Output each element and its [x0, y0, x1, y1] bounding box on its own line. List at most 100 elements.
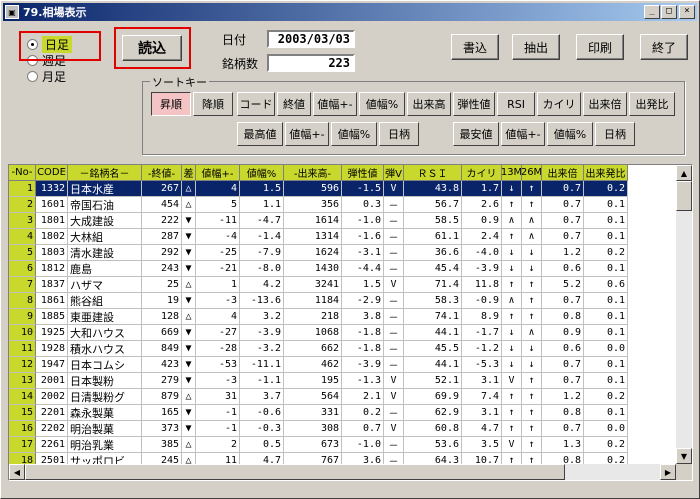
table-row[interactable]: 2 1601 帝国石油 454 △ 5 1.1 356 0.3 － 56.7 2.6 ↑ ↑ 0.7 0.1	[9, 197, 628, 213]
sort-high-days-button[interactable]: 日柄	[379, 122, 419, 146]
radio-weekly-dot[interactable]	[27, 54, 38, 66]
sort-elastic-button[interactable]: 弾性値	[453, 92, 495, 116]
horizontal-scrollbar[interactable]: ◀ ▶	[9, 464, 676, 480]
sort-high-button[interactable]: 最高値	[237, 122, 283, 146]
table-cell: 2201	[36, 405, 68, 421]
sort-low-range-pct-button[interactable]: 値幅%	[547, 122, 593, 146]
scroll-up-arrow[interactable]: ▲	[676, 165, 692, 181]
sort-low-days-button[interactable]: 日柄	[595, 122, 635, 146]
table-row[interactable]: 9 1885 東亜建設 128 △ 4 3.2 218 3.8 － 74.1 8.9 ↑ ↑ 0.8 0.1	[9, 309, 628, 325]
close-button[interactable]: ×	[679, 5, 695, 19]
table-cell: 2.4	[462, 229, 502, 245]
table-cell: -3	[196, 373, 240, 389]
horizontal-scroll-thumb[interactable]	[25, 464, 565, 480]
sort-rsi-button[interactable]: RSI	[497, 92, 535, 116]
column-header[interactable]: －銘柄名－	[68, 165, 142, 181]
sort-high-range-button[interactable]: 値幅+-	[285, 122, 329, 146]
column-header[interactable]: 値幅+-	[196, 165, 240, 181]
column-header[interactable]: 13M	[502, 165, 522, 181]
table-row[interactable]: 7 1837 ハザマ 25 △ 1 4.2 3241 1.5 V 71.4 11.8 ↑ ↑ 5.2 0.6	[9, 277, 628, 293]
table-row[interactable]: 11 1928 積水ハウス 849 ▼ -28 -3.2 662 -1.8 － 45.5 -1.2 ↓ ↓…	[9, 341, 628, 357]
column-header[interactable]: 値幅%	[240, 165, 284, 181]
table-cell: 0.0	[584, 341, 628, 357]
column-header[interactable]: CODE	[36, 165, 68, 181]
sort-code-button[interactable]: コード	[237, 92, 275, 116]
column-header[interactable]: 弾性値	[342, 165, 384, 181]
table-cell: －	[384, 309, 404, 325]
radio-weekly[interactable]: 週足	[27, 53, 66, 68]
radio-daily-dot[interactable]	[27, 38, 38, 50]
table-row[interactable]: 4 1802 大林組 287 ▼ -4 -1.4 1314 -1.6 － 61.1 2.4 ↑ ∧ 0.7 0…	[9, 229, 628, 245]
table-cell: 2	[9, 197, 36, 213]
scroll-right-arrow[interactable]: ▶	[660, 464, 676, 480]
sort-volume-button[interactable]: 出来高	[407, 92, 451, 116]
table-cell: 日本製粉	[68, 373, 142, 389]
table-cell: ↑	[502, 197, 522, 213]
sort-vol-ratio-button[interactable]: 出来倍	[583, 92, 627, 116]
sort-range-button[interactable]: 値幅+-	[313, 92, 357, 116]
maximize-button[interactable]: □	[661, 5, 677, 19]
table-cell: 0.1	[584, 213, 628, 229]
table-row[interactable]: 13 2001 日本製粉 279 ▼ -3 -1.1 195 -1.3 V 52.1 3.1 V ↑ 0.7…	[9, 373, 628, 389]
table-cell: 1.5	[342, 277, 384, 293]
table-cell: 0.1	[584, 293, 628, 309]
sort-deviation-button[interactable]: カイリ	[537, 92, 581, 116]
scroll-down-arrow[interactable]: ▼	[676, 448, 692, 464]
table-cell: -3.9	[342, 357, 384, 373]
sort-start-ratio-button[interactable]: 出発比	[629, 92, 675, 116]
extract-button[interactable]: 抽出	[512, 34, 560, 60]
column-header[interactable]: 出来倍	[542, 165, 584, 181]
table-cell: 56.7	[404, 197, 462, 213]
table-row[interactable]: 6 1812 鹿島 243 ▼ -21 -8.0 1430 -4.4 － 45.4 -3.9 ↓ ↓ 0.6…	[9, 261, 628, 277]
sort-close-button[interactable]: 終値	[277, 92, 311, 116]
table-row[interactable]: 10 1925 大和ハウス 669 ▼ -27 -3.9 1068 -1.8 － 44.1 -1.7 ↓…	[9, 325, 628, 341]
table-row[interactable]: 3 1801 大成建設 222 ▼ -11 -4.7 1614 -1.0 － 58.5 0.9 ∧ ∧ 0.…	[9, 213, 628, 229]
table-cell: 1861	[36, 293, 68, 309]
table-row[interactable]: 5 1803 清水建設 292 ▼ -25 -7.9 1624 -3.1 － 36.6 -4.0 ↓ ↓ 1…	[9, 245, 628, 261]
sort-high-range-pct-button[interactable]: 値幅%	[331, 122, 377, 146]
table-row[interactable]: 17 2261 明治乳業 385 △ 2 0.5 673 -1.0 － 53.6 3.5 V ↑ 1.3 0.…	[9, 437, 628, 453]
title-bar[interactable]: ▣ 79.相場表示 _ □ ×	[3, 3, 697, 21]
table-cell: 0.1	[584, 325, 628, 341]
save-button[interactable]: 書込	[451, 34, 499, 60]
table-row[interactable]: 8 1861 熊谷組 19 ▼ -3 -13.6 1184 -2.9 － 58.3 -0.9 ∧ ↑ 0.7…	[9, 293, 628, 309]
scroll-left-arrow[interactable]: ◀	[9, 464, 25, 480]
table-row[interactable]: 15 2201 森永製菓 165 ▼ -1 -0.6 331 0.2 － 62.9 3.1 ↑ ↑ 0.8 0…	[9, 405, 628, 421]
radio-monthly[interactable]: 月足	[27, 69, 66, 84]
sort-low-range-button[interactable]: 値幅+-	[501, 122, 545, 146]
table-cell: －	[384, 197, 404, 213]
load-button[interactable]: 読込	[122, 35, 182, 61]
sort-low-button[interactable]: 最安値	[453, 122, 499, 146]
exit-button[interactable]: 終了	[640, 34, 688, 60]
table-row[interactable]: 14 2002 日清製粉グ 879 △ 31 3.7 564 2.1 V 69.9 7.4 ↑ ↑ 1.2 0…	[9, 389, 628, 405]
stock-grid[interactable]: -No- CODE －銘柄名－ -終値- 差値幅+- 値幅% -出来高- 弾性値 弾V ＲＳＩ カイ…	[8, 164, 693, 481]
column-header[interactable]: -終値-	[142, 165, 182, 181]
table-row[interactable]: 16 2202 明治製菓 373 ▼ -1 -0.3 308 0.7 V 60.8 4.7 ↑ ↑ 0.7 0…	[9, 421, 628, 437]
minimize-button[interactable]: _	[644, 5, 660, 19]
column-header[interactable]: 弾V	[384, 165, 404, 181]
sort-range-pct-button[interactable]: 値幅%	[359, 92, 405, 116]
vertical-scroll-thumb[interactable]	[676, 181, 692, 211]
column-header[interactable]: 差	[182, 165, 196, 181]
table-row[interactable]: 12 1947 日本コムシ 423 ▼ -53 -11.1 462 -3.9 － 44.1 -5.3 ↓…	[9, 357, 628, 373]
vertical-scrollbar[interactable]: ▲ ▼	[676, 165, 692, 464]
column-header[interactable]: -出来高-	[284, 165, 342, 181]
app-icon[interactable]: ▣	[5, 5, 19, 19]
table-cell: ↑	[522, 309, 542, 325]
radio-monthly-dot[interactable]	[27, 70, 38, 82]
table-cell: 日清製粉グ	[68, 389, 142, 405]
sort-asc-button[interactable]: 昇順	[151, 92, 191, 116]
sort-desc-button[interactable]: 降順	[193, 92, 233, 116]
column-header[interactable]: 出来発比	[584, 165, 628, 181]
column-header[interactable]: ＲＳＩ	[404, 165, 462, 181]
table-cell: 279	[142, 373, 182, 389]
column-header[interactable]: カイリ	[462, 165, 502, 181]
radio-daily[interactable]: 日足	[27, 35, 73, 53]
table-cell: 0.7	[542, 213, 584, 229]
column-header[interactable]: -No-	[9, 165, 36, 181]
column-header[interactable]: 26M	[522, 165, 542, 181]
table-cell: 日本コムシ	[68, 357, 142, 373]
print-button[interactable]: 印刷	[576, 34, 624, 60]
table-cell: ▼	[182, 421, 196, 437]
table-row[interactable]: 1 1332 日本水産 267 △ 4 1.5 596 -1.5 V 43.8 1.7 ↓ ↑ 0.7 0.2	[9, 181, 628, 197]
